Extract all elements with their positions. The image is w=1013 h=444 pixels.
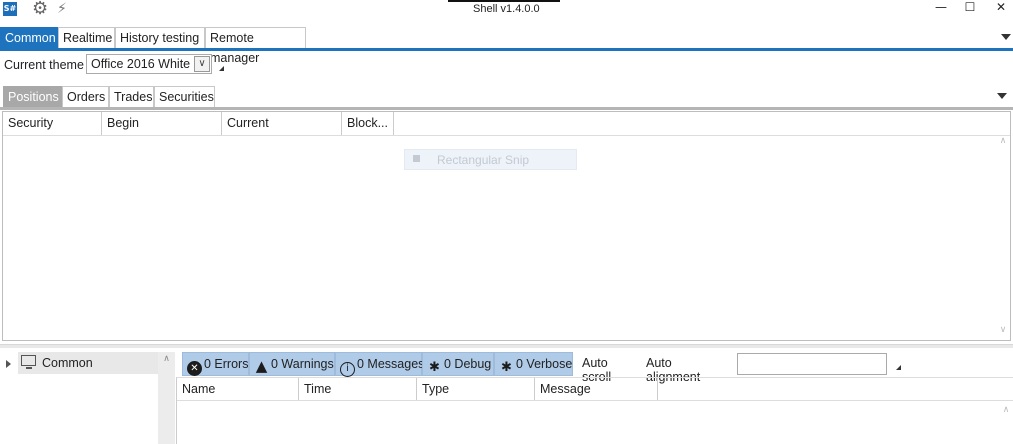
close-button[interactable]: ✕ <box>989 0 1013 16</box>
column-header-current[interactable]: Current <box>222 112 342 135</box>
column-header-type[interactable]: Type <box>417 378 535 400</box>
plug-icon[interactable]: ⚡ <box>57 1 67 17</box>
window-title: Shell v1.4.0.0 <box>473 3 540 15</box>
tree-scrollbar[interactable]: ∧ <box>158 352 175 444</box>
theme-select[interactable]: Office 2016 White ∨ <box>86 54 212 74</box>
scroll-up-icon[interactable]: ∧ <box>999 405 1013 415</box>
log-source-tree: Common ∧ <box>0 349 175 444</box>
positions-grid[interactable]: Security Begin Current Block... ∧ ∨ Rect… <box>2 111 1011 341</box>
tab-positions[interactable]: Positions <box>3 86 62 108</box>
messages-filter-button[interactable]: i0 Messages <box>335 352 425 377</box>
scroll-up-icon[interactable]: ∧ <box>158 354 175 364</box>
title-indicator <box>448 0 560 2</box>
column-header-block[interactable]: Block... <box>342 112 394 135</box>
scroll-down-icon[interactable]: ∨ <box>996 325 1010 335</box>
debug-filter-button[interactable]: ✱ 0 Debug <box>422 352 494 376</box>
main-tabs-rule <box>0 48 1013 51</box>
column-header-begin[interactable]: Begin <box>102 112 222 135</box>
main-tabs-overflow-icon[interactable] <box>1001 34 1011 40</box>
warnings-filter-label: 0 Warnings <box>271 357 334 371</box>
errors-filter-button[interactable]: ✕ 0 Errors <box>182 352 249 376</box>
tab-trades[interactable]: Trades <box>109 86 154 108</box>
chevron-down-icon[interactable]: ∨ <box>194 56 210 72</box>
column-header-name[interactable]: Name <box>177 378 299 400</box>
resize-grip-icon[interactable] <box>219 66 224 71</box>
sub-tabs-overflow-icon[interactable] <box>997 93 1007 99</box>
tab-securities[interactable]: Securities <box>154 86 215 108</box>
tab-history-testing[interactable]: History testing <box>115 27 205 49</box>
tree-item-common[interactable]: Common <box>18 352 158 374</box>
tab-common[interactable]: Common <box>0 27 58 49</box>
tab-orders[interactable]: Orders <box>62 86 109 108</box>
grid-header-divider <box>177 400 1013 401</box>
snip-icon <box>413 155 420 162</box>
log-filter-input[interactable] <box>737 353 887 375</box>
theme-select-value: Office 2016 White <box>91 57 191 71</box>
messages-filter-label: 0 Messages <box>357 357 425 371</box>
resize-grip-icon[interactable] <box>896 365 901 370</box>
column-header-security[interactable]: Security <box>3 112 102 135</box>
rectangular-snip-overlay: Rectangular Snip <box>404 149 577 170</box>
minimize-button[interactable]: — <box>929 0 953 16</box>
column-header-message[interactable]: Message <box>535 378 658 400</box>
theme-label: Current theme <box>4 58 84 72</box>
tree-item-label: Common <box>42 356 93 370</box>
errors-filter-label: 0 Errors <box>204 357 249 371</box>
grid-header-divider <box>3 135 1010 136</box>
error-icon: ✕ <box>187 361 202 376</box>
bug-icon: ✱ <box>501 360 512 375</box>
panel-splitter[interactable] <box>0 344 1013 348</box>
snip-label: Rectangular Snip <box>437 153 530 167</box>
log-grid[interactable]: Name Time Type Message ∧ <box>176 377 1013 444</box>
tab-remote-manager[interactable]: Remote manager <box>205 27 306 65</box>
warnings-filter-button[interactable]: ▲ 0 Warnings <box>249 352 335 376</box>
sub-tabs-rule <box>0 107 1013 110</box>
bug-icon: ✱ <box>429 360 440 375</box>
column-header-time[interactable]: Time <box>299 378 417 400</box>
expand-arrow-icon[interactable] <box>6 360 11 368</box>
monitor-icon <box>21 355 36 366</box>
gear-icon[interactable]: ⚙ <box>32 0 48 18</box>
title-bar: S# ⚙ ⚡ Shell v1.4.0.0 — ☐ ✕ <box>0 0 1013 28</box>
scroll-up-icon[interactable]: ∧ <box>996 136 1010 146</box>
maximize-button[interactable]: ☐ <box>958 0 982 16</box>
tab-realtime[interactable]: Realtime <box>58 27 115 49</box>
info-icon: i <box>340 362 355 377</box>
verbose-filter-button[interactable]: ✱ 0 Verbose <box>494 352 573 376</box>
app-logo-icon: S# <box>3 2 17 16</box>
warning-icon: ▲ <box>255 357 268 375</box>
monitor-stand <box>26 367 32 369</box>
debug-filter-label: 0 Debug <box>444 357 492 371</box>
verbose-filter-label: 0 Verbose <box>516 357 573 371</box>
